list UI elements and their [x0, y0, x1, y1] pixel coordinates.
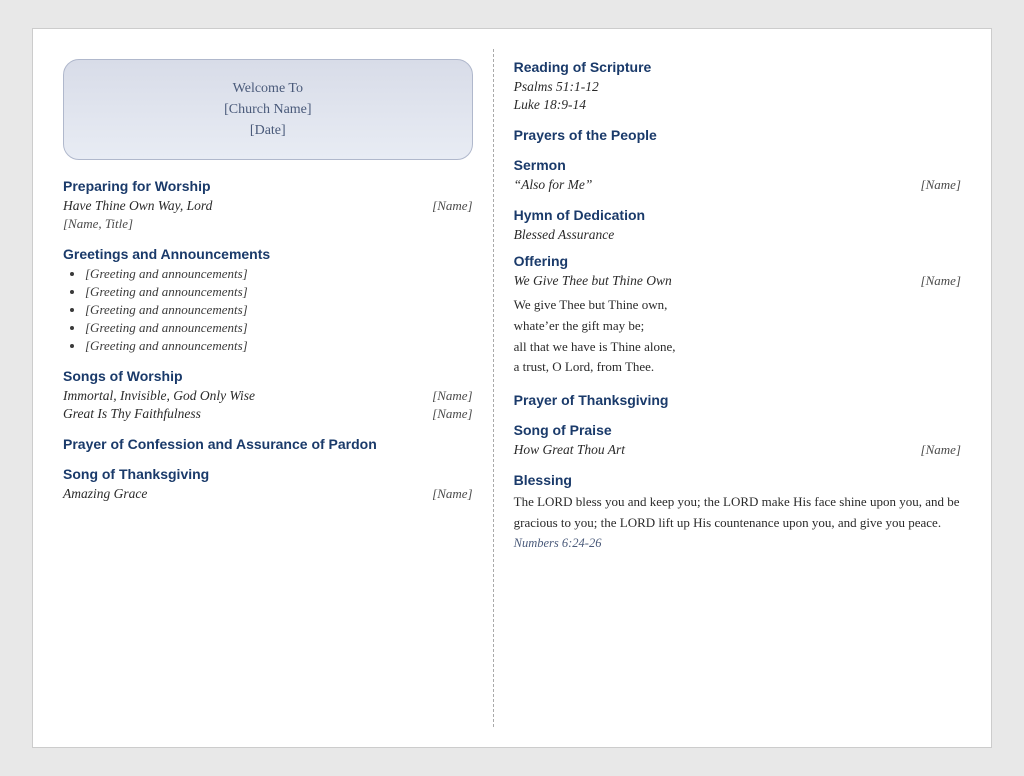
blessing-ref: Numbers 6:24-26	[514, 536, 961, 551]
heading-scripture: Reading of Scripture	[514, 59, 961, 75]
name-have-thine: [Name]	[432, 198, 472, 214]
scripture-psalms: Psalms 51:1-12	[514, 79, 961, 95]
welcome-line3: [Date]	[250, 123, 286, 138]
heading-dedication: Hymn of Dedication	[514, 207, 961, 223]
heading-sermon: Sermon	[514, 157, 961, 173]
heading-song-thanks: Song of Thanksgiving	[63, 466, 473, 482]
left-panel: Welcome To [Church Name] [Date] Preparin…	[53, 49, 494, 727]
heading-song-praise: Song of Praise	[514, 422, 961, 438]
scripture-luke: Luke 18:9-14	[514, 97, 961, 113]
hymn-how-great: How Great Thou Art [Name]	[514, 442, 961, 458]
offering-verse: We give Thee but Thine own, whate’er the…	[514, 295, 961, 378]
verse-line4: a trust, O Lord, from Thee.	[514, 359, 655, 374]
page-wrapper: Welcome To [Church Name] [Date] Preparin…	[32, 28, 992, 748]
name-amazing: [Name]	[432, 486, 472, 502]
heading-offering: Offering	[514, 253, 961, 269]
verse-line2: whate’er the gift may be;	[514, 318, 645, 333]
welcome-line2: [Church Name]	[224, 102, 311, 117]
greetings-list: [Greeting and announcements] [Greeting a…	[63, 266, 473, 354]
hymn-title-blessed: Blessed Assurance	[514, 227, 961, 243]
hymn-title-give: We Give Thee but Thine Own	[514, 273, 672, 289]
heading-prayer-thanks: Prayer of Thanksgiving	[514, 392, 961, 408]
greeting-2: [Greeting and announcements]	[85, 284, 473, 300]
hymn-great: Great Is Thy Faithfulness [Name]	[63, 406, 473, 422]
hymn-amazing: Amazing Grace [Name]	[63, 486, 473, 502]
heading-greetings: Greetings and Announcements	[63, 246, 473, 262]
heading-confession: Prayer of Confession and Assurance of Pa…	[63, 436, 473, 452]
hymn-have-thine: Have Thine Own Way, Lord [Name]	[63, 198, 473, 214]
name-also: [Name]	[921, 177, 961, 193]
greeting-1: [Greeting and announcements]	[85, 266, 473, 282]
verse-line3: all that we have is Thine alone,	[514, 339, 676, 354]
name-immortal: [Name]	[432, 388, 472, 404]
heading-prayers: Prayers of the People	[514, 127, 961, 143]
hymn-title-also: “Also for Me”	[514, 177, 593, 193]
heading-songs: Songs of Worship	[63, 368, 473, 384]
hymn-title-great: Great Is Thy Faithfulness	[63, 406, 201, 422]
hymn-title-how-great: How Great Thou Art	[514, 442, 625, 458]
verse-line1: We give Thee but Thine own,	[514, 297, 668, 312]
greeting-5: [Greeting and announcements]	[85, 338, 473, 354]
name-how-great: [Name]	[921, 442, 961, 458]
hymn-give-thee: We Give Thee but Thine Own [Name]	[514, 273, 961, 289]
hymn-title-amazing: Amazing Grace	[63, 486, 147, 502]
welcome-box: Welcome To [Church Name] [Date]	[63, 59, 473, 160]
welcome-line1: Welcome To	[233, 81, 303, 96]
hymn-title-immortal: Immortal, Invisible, God Only Wise	[63, 388, 255, 404]
greeting-3: [Greeting and announcements]	[85, 302, 473, 318]
heading-blessing: Blessing	[514, 472, 961, 488]
hymn-immortal: Immortal, Invisible, God Only Wise [Name…	[63, 388, 473, 404]
sub-name-title: [Name, Title]	[63, 216, 473, 232]
right-panel: Reading of Scripture Psalms 51:1-12 Luke…	[494, 49, 971, 727]
greeting-4: [Greeting and announcements]	[85, 320, 473, 336]
heading-preparing: Preparing for Worship	[63, 178, 473, 194]
name-give: [Name]	[921, 273, 961, 289]
hymn-title-have-thine: Have Thine Own Way, Lord	[63, 198, 212, 214]
hymn-also-for-me: “Also for Me” [Name]	[514, 177, 961, 193]
name-great: [Name]	[432, 406, 472, 422]
blessing-text: The LORD bless you and keep you; the LOR…	[514, 492, 961, 534]
